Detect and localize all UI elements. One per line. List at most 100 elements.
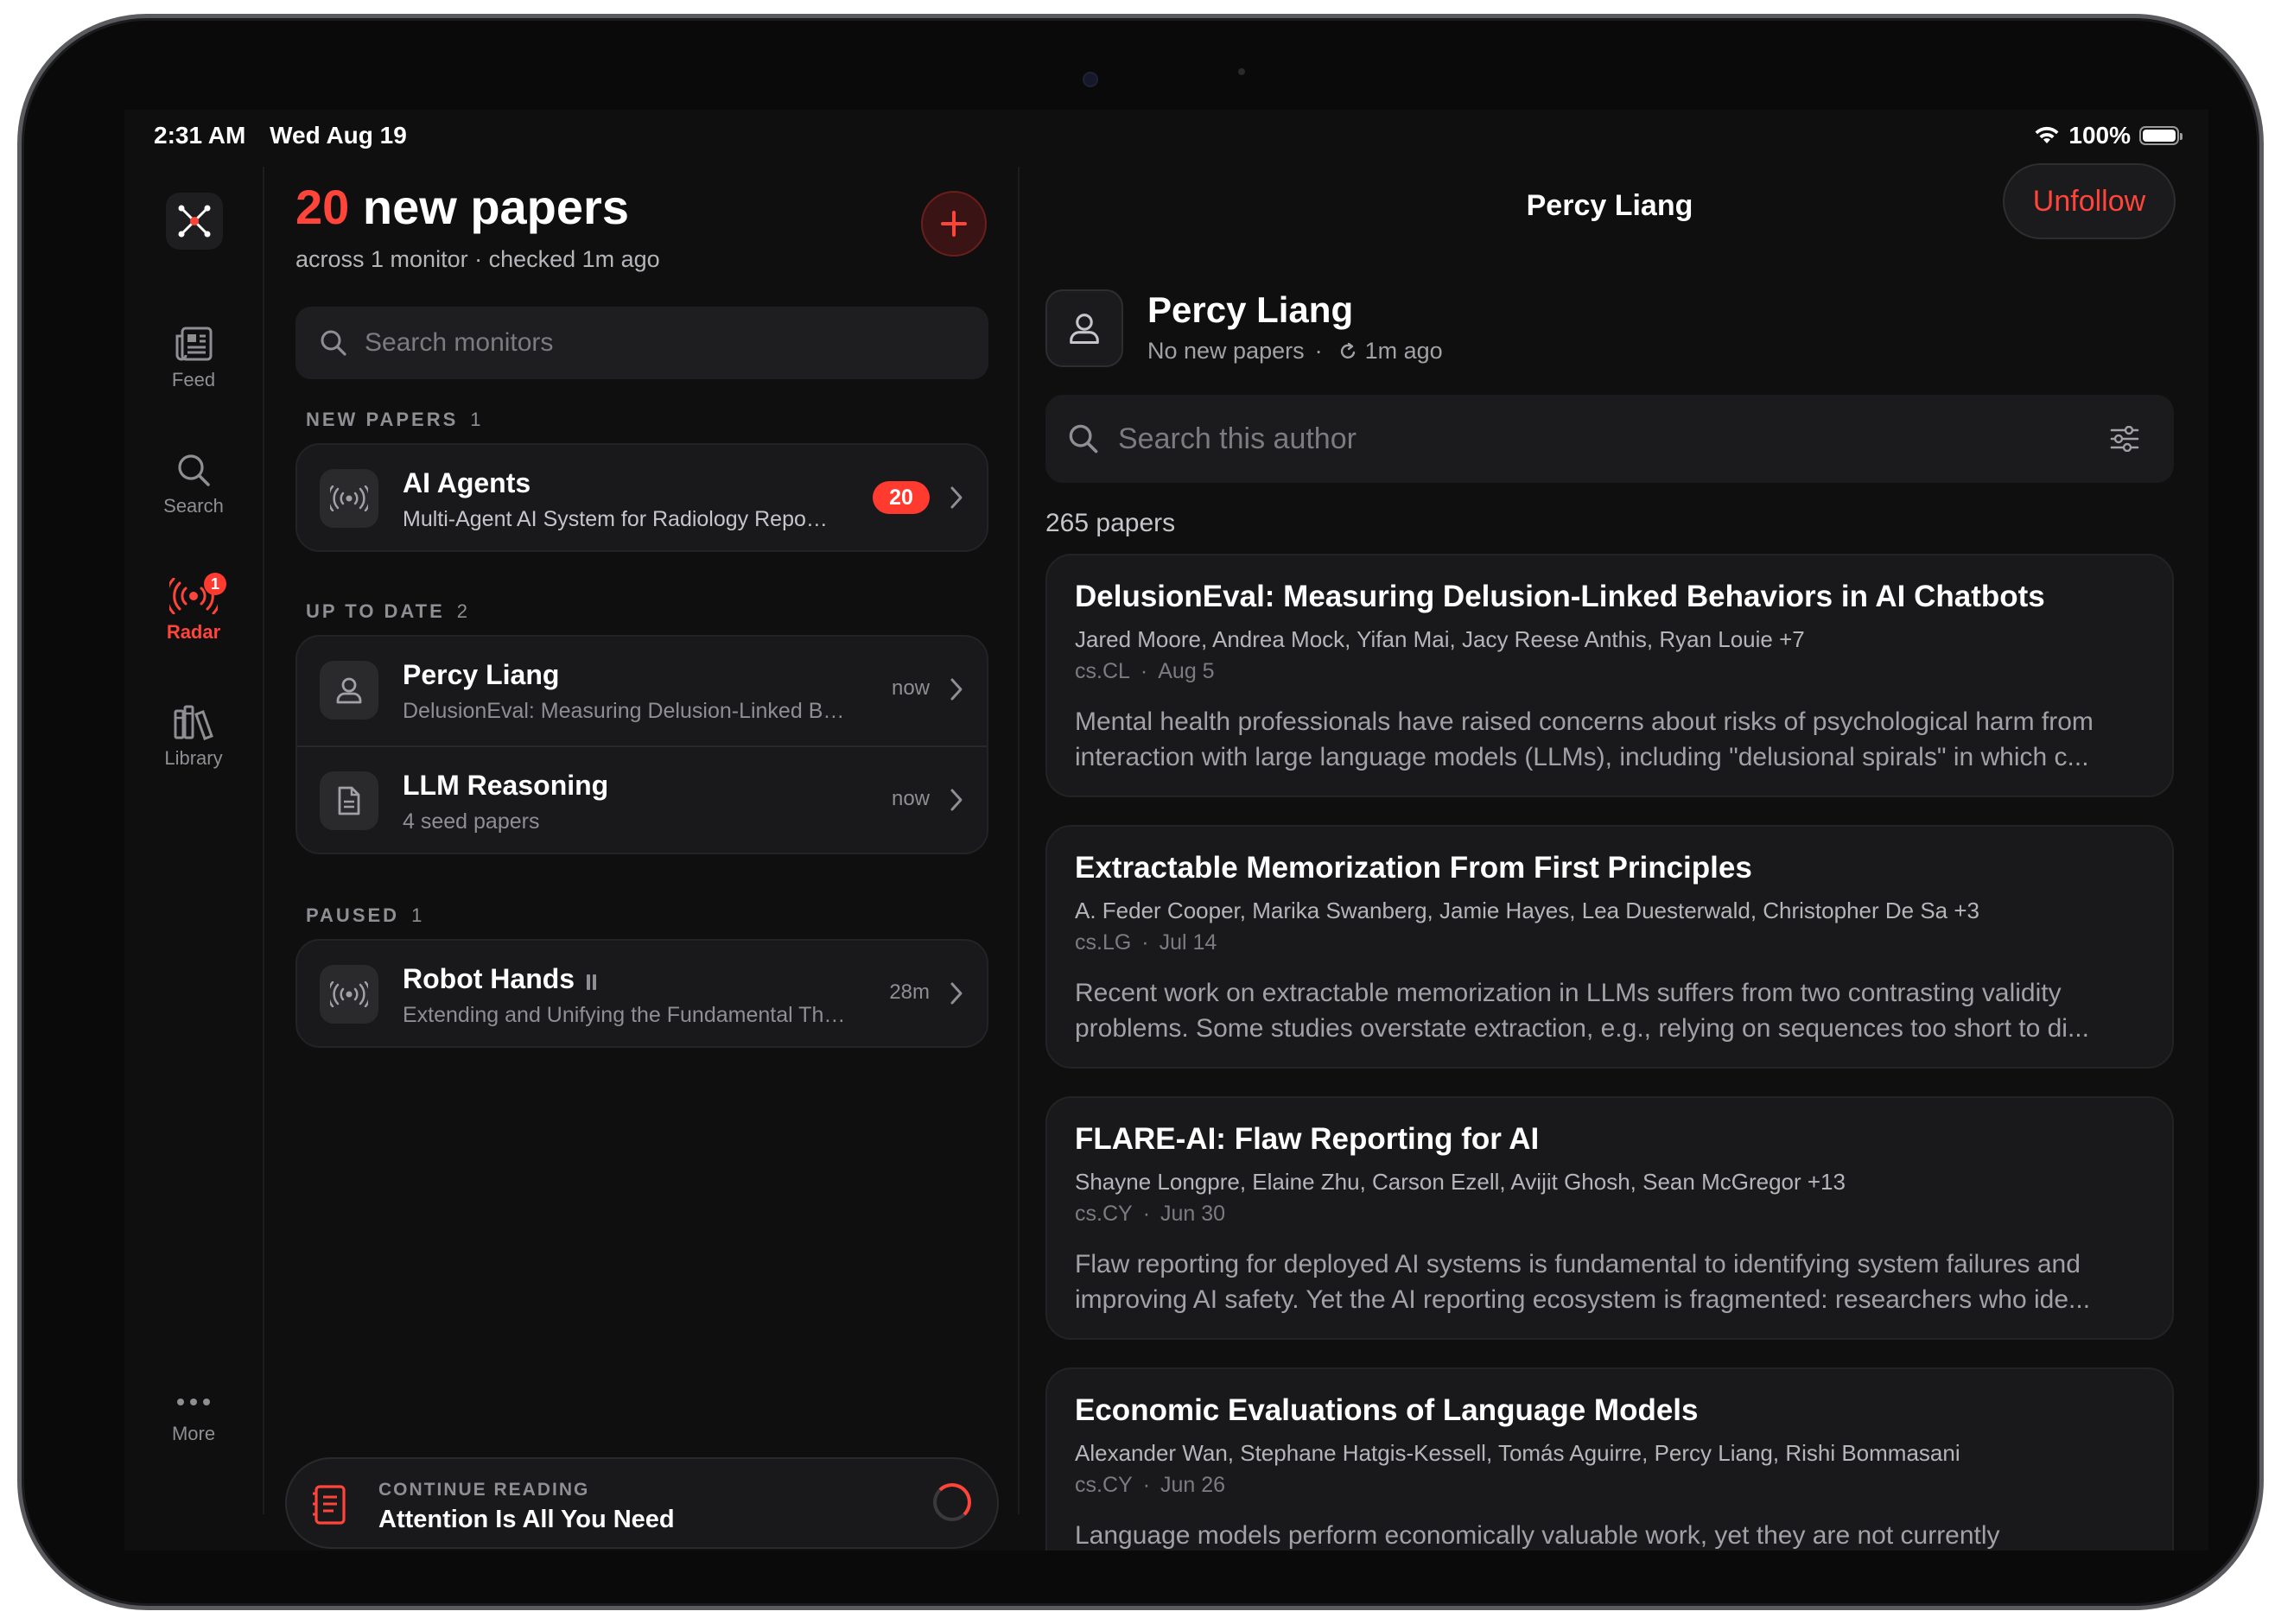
status-bar-right: 100% <box>2034 122 2183 149</box>
author-name: Percy Liang <box>1147 289 1354 330</box>
monitor-topic-icon <box>320 965 378 1024</box>
paper-title: Extractable Memorization From First Prin… <box>1075 851 1752 885</box>
broadcast-icon <box>330 981 368 1007</box>
author-status: No new papers <box>1147 338 1305 364</box>
monitor-row-percy-liang[interactable]: Percy Liang DelusionEval: Measuring Delu… <box>297 637 987 745</box>
monitor-row-llm-reasoning[interactable]: LLM Reasoning 4 seed papers now <box>297 745 987 853</box>
paper-date: Jun 26 <box>1160 1473 1226 1497</box>
paper-title: Economic Evaluations of Language Models <box>1075 1393 1699 1427</box>
document-icon <box>338 786 360 815</box>
loading-spinner-icon <box>2198 1509 2208 1544</box>
section-up-to-date-label: UP TO DATE <box>306 600 445 622</box>
section-up-to-date: UP TO DATE 2 <box>306 600 467 623</box>
monitor-title: AI Agents <box>403 467 531 498</box>
paper-card[interactable]: Extractable Memorization From First Prin… <box>1045 825 2174 1069</box>
search-icon <box>1069 424 1098 454</box>
author-meta: No new papers · 1m ago <box>1147 338 1443 364</box>
nav-feed-label: Feed <box>171 369 216 390</box>
paper-date: Jul 14 <box>1159 930 1217 955</box>
paper-abstract: Language models perform economically val… <box>1075 1521 2000 1550</box>
paper-date: Jun 30 <box>1160 1202 1226 1226</box>
plus-icon <box>941 211 967 237</box>
nav-more[interactable]: More <box>124 1397 263 1445</box>
paper-card[interactable]: DelusionEval: Measuring Delusion-Linked … <box>1045 554 2174 797</box>
paper-abstract: Flaw reporting for deployed AI systems i… <box>1075 1250 2091 1314</box>
new-count-badge: 20 <box>873 481 930 514</box>
monitor-seed-icon <box>320 771 378 830</box>
author-detail-pane: Percy Liang Unfollow Percy Liang No new … <box>1045 162 2186 1551</box>
unfollow-button[interactable]: Unfollow <box>2003 163 2176 239</box>
monitors-search[interactable] <box>295 307 988 379</box>
radar-badge: 1 <box>204 573 226 595</box>
monitor-row-ai-agents[interactable]: AI Agents Multi-Agent AI System for Radi… <box>297 445 987 550</box>
paper-meta: cs.CY · Jun 30 <box>1075 1202 1226 1226</box>
monitors-search-input[interactable] <box>363 327 954 358</box>
paper-meta: cs.CL · Aug 5 <box>1075 659 1215 683</box>
search-icon <box>178 454 210 486</box>
add-monitor-button[interactable] <box>921 191 987 257</box>
up-to-date-card: Percy Liang DelusionEval: Measuring Delu… <box>295 635 988 854</box>
monitor-row-robot-hands[interactable]: Robot Hands Extending and Unifying the F… <box>297 941 987 1046</box>
section-new-papers-label: NEW PAPERS <box>306 409 459 430</box>
paper-category: cs.CY <box>1075 1202 1133 1226</box>
wifi-icon <box>2035 126 2059 143</box>
nav-search[interactable]: Search <box>124 452 263 517</box>
monitor-subtitle: Multi-Agent AI System for Radiology Repo… <box>403 507 835 531</box>
front-camera <box>1083 72 1098 87</box>
status-time: 2:31 AM <box>154 122 246 149</box>
nav-search-label: Search <box>163 495 224 517</box>
paper-date: Aug 5 <box>1158 659 1215 683</box>
nav-more-label: More <box>171 1423 216 1444</box>
continue-reading-bar[interactable]: CONTINUE READING Attention Is All You Ne… <box>285 1457 999 1549</box>
author-search-input[interactable] <box>1116 421 2070 457</box>
person-icon <box>1070 314 1099 344</box>
paper-count: 265 papers <box>1045 509 1176 537</box>
newspaper-icon <box>175 327 213 361</box>
status-bar-left: 2:31 AM Wed Aug 19 <box>154 122 424 149</box>
status-date: Wed Aug 19 <box>270 122 407 149</box>
paper-card[interactable]: Economic Evaluations of Language Models … <box>1045 1367 2174 1551</box>
nav-radar[interactable]: 1 Radar <box>124 573 263 644</box>
paper-category: cs.CL <box>1075 659 1130 683</box>
paper-abstract: Recent work on extractable memorization … <box>1075 979 2089 1043</box>
chevron-right-icon <box>950 486 963 509</box>
app-logo[interactable] <box>166 193 223 250</box>
monitors-pane: 20 new papers across 1 monitor · checked… <box>285 162 999 1551</box>
paper-authors: Jared Moore, Andrea Mock, Yifan Mai, Jac… <box>1075 626 1805 652</box>
broadcast-icon <box>330 485 368 511</box>
paper-abstract: Mental health professionals have raised … <box>1075 707 2094 771</box>
person-icon <box>336 677 362 704</box>
monitor-author-icon <box>320 661 378 720</box>
paper-category: cs.CY <box>1075 1473 1133 1497</box>
new-papers-count: 20 <box>295 180 350 234</box>
paused-card: Robot Hands Extending and Unifying the F… <box>295 939 988 1048</box>
books-icon <box>174 705 213 740</box>
filter-sliders-icon[interactable] <box>2110 426 2139 452</box>
section-new-papers-count: 1 <box>470 409 481 430</box>
book-open-icon <box>313 1485 346 1525</box>
nav-feed[interactable]: Feed <box>124 326 263 391</box>
nav-library[interactable]: Library <box>124 704 263 770</box>
monitor-time: 28m <box>889 980 930 1004</box>
screen: 2:31 AM Wed Aug 19 100% Feed Search 1 Ra… <box>124 110 2208 1551</box>
refresh-icon <box>1341 342 1356 358</box>
monitor-subtitle: 4 seed papers <box>403 809 540 834</box>
chevron-right-icon <box>950 982 963 1005</box>
paper-card[interactable]: FLARE-AI: Flaw Reporting for AI Shayne L… <box>1045 1096 2174 1340</box>
nav-radar-label: Radar <box>166 621 221 643</box>
author-search[interactable] <box>1045 395 2174 483</box>
nav-library-label: Library <box>164 747 223 769</box>
chevron-right-icon <box>950 678 963 701</box>
monitors-subline: across 1 monitor · checked 1m ago <box>295 246 660 272</box>
reading-progress-ring <box>933 1483 971 1521</box>
author-avatar <box>1045 289 1123 367</box>
section-new-papers: NEW PAPERS 1 <box>306 409 481 431</box>
monitor-subtitle: DelusionEval: Measuring Delusion-Linked … <box>403 699 852 723</box>
monitor-subtitle: Extending and Unifying the Fundamental T… <box>403 1003 852 1027</box>
nav-rail: Feed Search 1 Radar Library More <box>124 162 263 1551</box>
monitor-time: now <box>891 676 930 700</box>
paper-authors: Shayne Longpre, Elaine Zhu, Carson Ezell… <box>1075 1169 1846 1195</box>
ipad-frame: 2:31 AM Wed Aug 19 100% Feed Search 1 Ra… <box>17 14 2264 1610</box>
section-paused-count: 1 <box>411 904 423 926</box>
paper-meta: cs.LG · Jul 14 <box>1075 930 1217 955</box>
